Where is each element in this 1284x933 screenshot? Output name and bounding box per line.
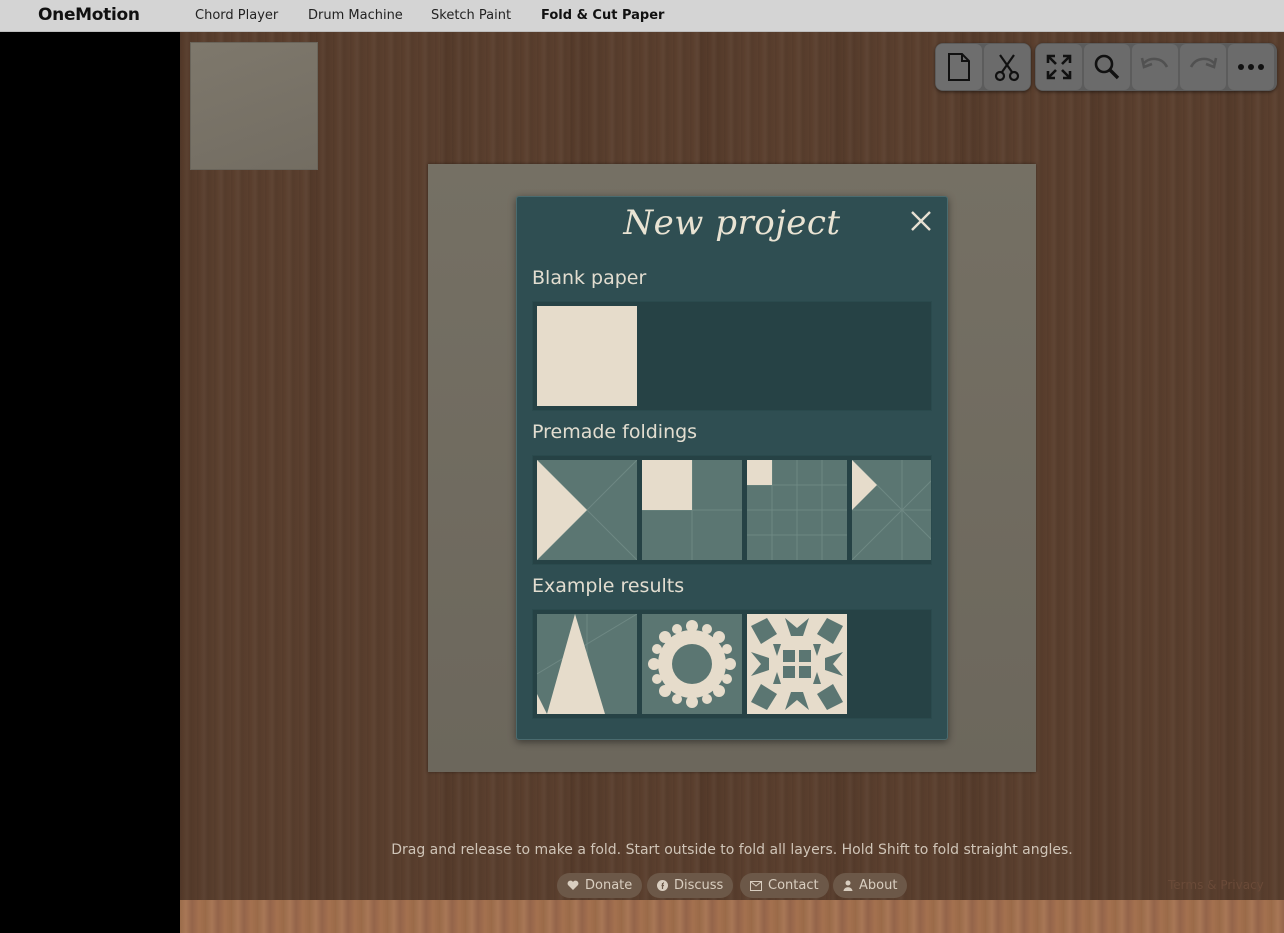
heart-icon: [567, 880, 579, 890]
example-result-flower[interactable]: [642, 614, 742, 714]
wood-floor-strip: [180, 900, 1284, 933]
blank-paper-tray: [532, 301, 932, 411]
more-button[interactable]: [1228, 44, 1274, 90]
fullscreen-icon: [1046, 54, 1072, 80]
folding-preview-icon: [852, 460, 931, 560]
folding-preview-icon: [537, 460, 637, 560]
about-label: About: [859, 878, 898, 893]
about-link[interactable]: About: [833, 873, 908, 898]
contact-link[interactable]: Contact: [740, 873, 829, 898]
top-nav: OneMotion Chord Player Drum Machine Sket…: [0, 0, 1284, 32]
magnifier-icon: [1094, 54, 1120, 80]
terms-privacy-link[interactable]: Terms & Privacy: [1168, 878, 1264, 892]
nav-drum-machine[interactable]: Drum Machine: [308, 8, 403, 23]
example-result-tree[interactable]: [537, 614, 637, 714]
workspace[interactable]: New project Blank paper Premade foldings: [180, 32, 1284, 900]
example-preview-icon: [648, 620, 736, 708]
toolbar-secondary: [1035, 43, 1277, 91]
fullscreen-button[interactable]: [1036, 44, 1082, 90]
nav-chord-player[interactable]: Chord Player: [195, 8, 278, 23]
contact-label: Contact: [768, 878, 819, 893]
scissors-icon: [994, 54, 1020, 82]
example-result-lattice[interactable]: [747, 614, 847, 714]
nav-fold-cut-paper[interactable]: Fold & Cut Paper: [541, 8, 664, 23]
discuss-link[interactable]: Discuss: [647, 873, 734, 898]
dialog-title: New project: [623, 203, 841, 243]
folding-preview-icon: [642, 460, 742, 560]
premade-foldings-tray: [532, 455, 932, 565]
facebook-icon: [657, 880, 668, 891]
example-preview-icon: [751, 618, 843, 710]
premade-folding-grid[interactable]: [747, 460, 847, 560]
zoom-button[interactable]: [1084, 44, 1130, 90]
premade-folding-quarter[interactable]: [642, 460, 742, 560]
undo-icon: [1140, 57, 1169, 69]
brand-logo[interactable]: OneMotion: [38, 5, 140, 25]
blank-paper-tile[interactable]: [537, 306, 637, 406]
paper-preview-thumbnail: [190, 42, 318, 170]
section-blank-paper: Blank paper: [532, 267, 647, 289]
close-icon[interactable]: [909, 209, 933, 233]
file-icon: [948, 53, 970, 81]
new-project-dialog: New project Blank paper Premade foldings: [516, 196, 948, 740]
person-icon: [843, 880, 853, 891]
folding-preview-icon: [747, 460, 847, 560]
donate-label: Donate: [585, 878, 633, 893]
premade-folding-triangle[interactable]: [537, 460, 637, 560]
left-panel: [0, 32, 180, 933]
cut-button[interactable]: [984, 44, 1030, 90]
envelope-icon: [750, 880, 762, 891]
undo-button[interactable]: [1132, 44, 1178, 90]
nav-sketch-paint[interactable]: Sketch Paint: [431, 8, 511, 23]
redo-icon: [1189, 57, 1218, 69]
toolbar-primary: [935, 43, 1031, 91]
premade-folding-small-triangle[interactable]: [852, 460, 931, 560]
example-results-tray: [532, 609, 932, 719]
ellipsis-icon: [1238, 64, 1264, 70]
new-project-button[interactable]: [936, 44, 982, 90]
discuss-label: Discuss: [674, 878, 724, 893]
section-example-results: Example results: [532, 575, 685, 597]
fold-hint-text: Drag and release to make a fold. Start o…: [391, 842, 1073, 858]
section-premade-foldings: Premade foldings: [532, 421, 698, 443]
redo-button[interactable]: [1180, 44, 1226, 90]
donate-link[interactable]: Donate: [557, 873, 643, 898]
example-preview-icon: [537, 614, 637, 714]
